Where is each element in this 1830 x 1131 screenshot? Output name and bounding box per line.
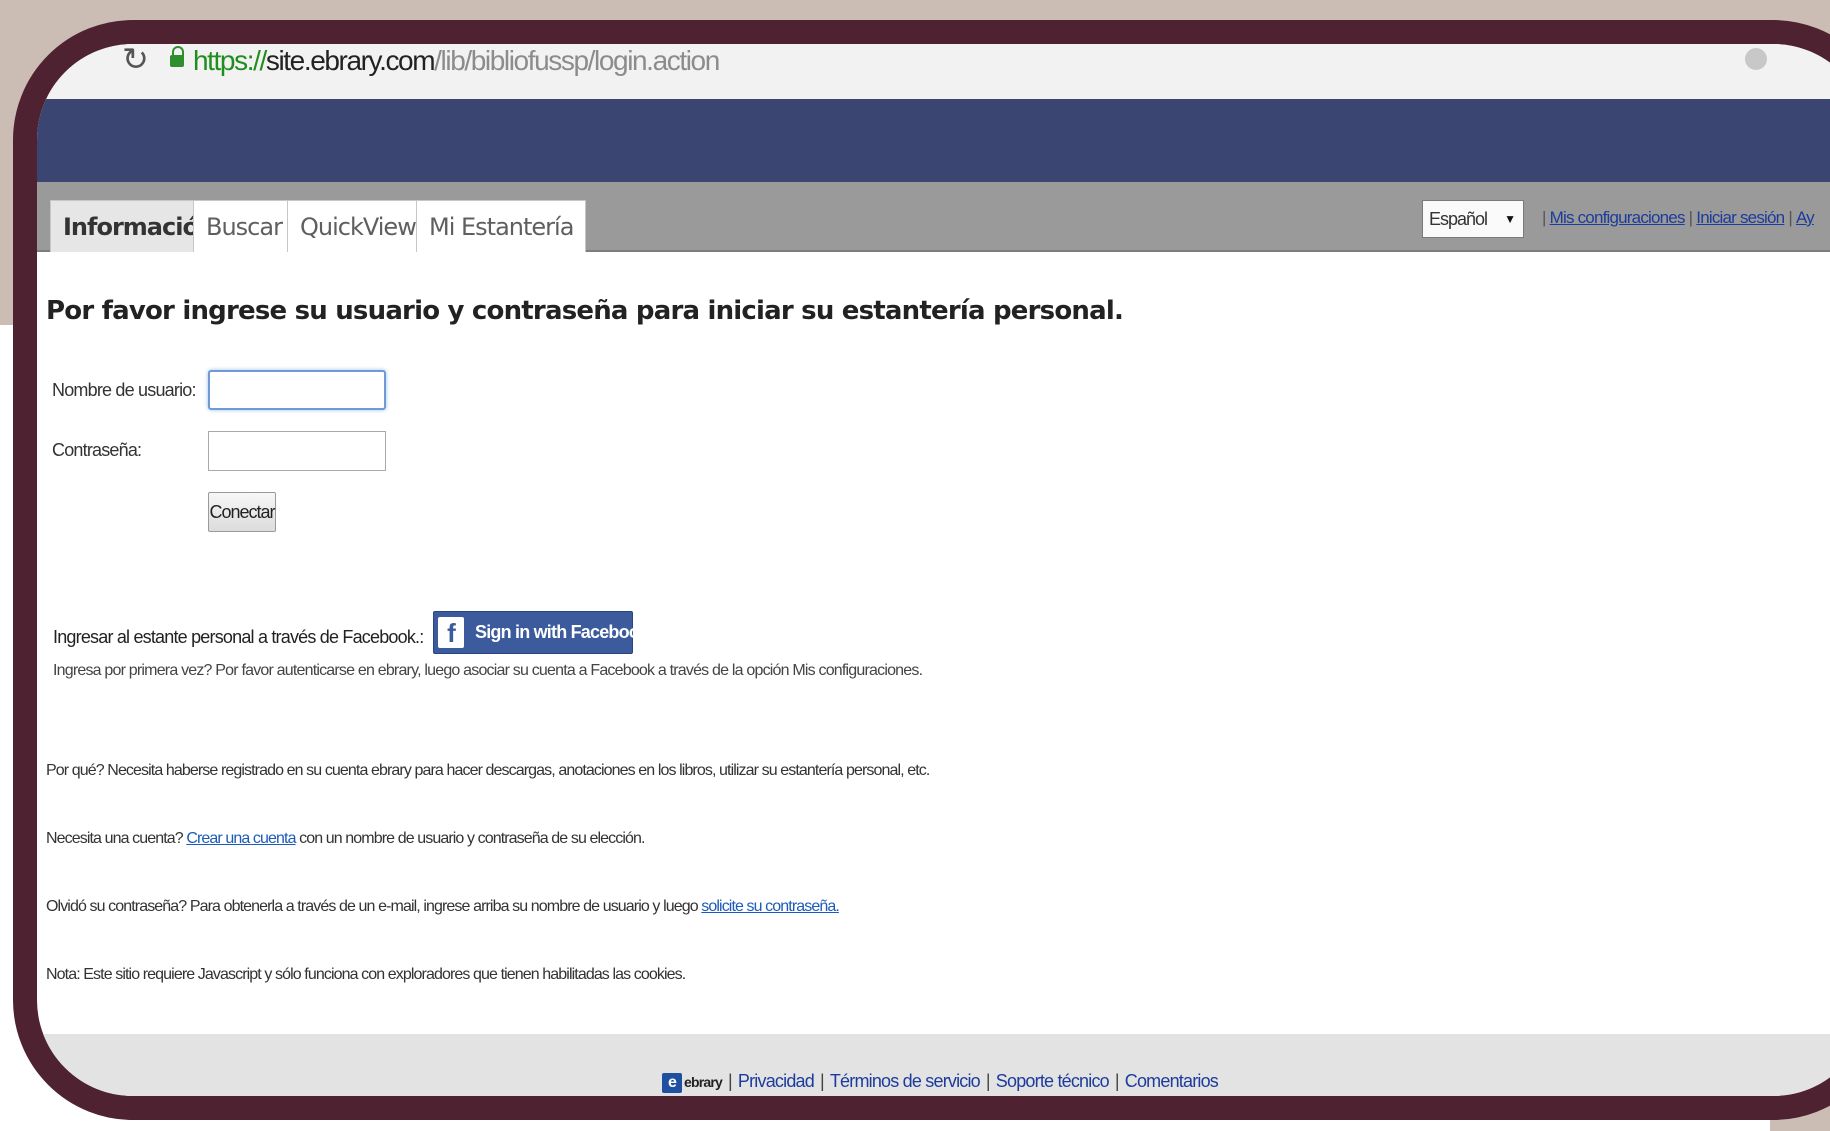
top-nav-separator: | (1542, 208, 1546, 227)
language-value: Español (1429, 209, 1488, 229)
footer-separator: | (728, 1071, 733, 1091)
forgot-prefix: Olvidó su contraseña? Para obtenerla a t… (46, 898, 699, 915)
language-select[interactable]: Español ▼ (1422, 200, 1524, 238)
why-text: Por qué? Necesita haberse registrado en … (46, 762, 930, 779)
footer-separator: | (1114, 1071, 1120, 1091)
top-nav-links: | Mis configuraciones | Iniciar sesión | Ay (1538, 208, 1815, 228)
page-heading: Por favor ingrese su usuario y contraseñ… (46, 296, 1124, 326)
cookie-note: Nota: Este sitio requiere Javascript y s… (46, 966, 686, 983)
facebook-note: Ingresa por primera vez? Por favor auten… (53, 662, 923, 679)
url-host: site.ebrary.com (265, 45, 436, 76)
url-text[interactable]: https://site.ebrary.com/lib/bibliofussp/… (193, 44, 720, 78)
password-label: Contraseña: (52, 440, 142, 460)
connect-button[interactable]: Conectar (208, 492, 276, 532)
ebrary-logo-text: ebrary (684, 1074, 723, 1091)
reload-icon[interactable]: ↻ (122, 44, 150, 75)
facebook-icon: f (438, 617, 464, 648)
create-account-link[interactable]: Crear una cuenta (186, 830, 296, 847)
lock-icon (170, 46, 184, 68)
footer-separator: | (985, 1071, 991, 1091)
forgot-password-text: Olvidó su contraseña? Para obtenerla a t… (46, 898, 840, 916)
footer-link-soporte[interactable]: Soporte técnico (996, 1071, 1110, 1091)
tab-buscar[interactable]: Buscar (193, 200, 295, 252)
ebrary-logo-icon: e (662, 1073, 682, 1094)
tab-mi-estanteria[interactable]: Mi Estantería (416, 200, 587, 252)
screenshot-frame: ↻ https://site.ebrary.com/lib/bibliofuss… (13, 20, 1830, 1120)
link-iniciar-sesion[interactable]: Iniciar sesión (1696, 208, 1785, 227)
footer-link-terminos[interactable]: Términos de servicio (830, 1071, 981, 1091)
url-path: /lib/bibliofussp/login.action (434, 45, 720, 76)
link-ayuda[interactable]: Ay (1796, 208, 1815, 227)
facebook-button-label: Sign in with Facebook (475, 622, 649, 642)
extension-icon[interactable] (1745, 48, 1767, 70)
need-account-suffix: con un nombre de usuario y contraseña de… (299, 830, 645, 847)
need-account-prefix: Necesita una cuenta? (46, 830, 184, 847)
request-password-link[interactable]: solicite su contraseña. (701, 898, 840, 915)
username-label: Nombre de usuario: (52, 380, 196, 400)
need-account-text: Necesita una cuenta? Crear una cuenta co… (46, 830, 645, 848)
footer-links: e ebrary | Privacidad | Términos de servicio |… (662, 1071, 1219, 1094)
footer-separator: | (819, 1071, 825, 1091)
dropdown-arrow-icon: ▼ (1504, 212, 1516, 226)
tab-quickview[interactable]: QuickView (287, 200, 429, 252)
ebrary-logo[interactable]: e ebrary (662, 1071, 723, 1094)
facebook-label: Ingresar al estante personal a través de… (53, 627, 424, 647)
top-nav-separator: | (1688, 208, 1693, 227)
browser-window: ↻ https://site.ebrary.com/lib/bibliofuss… (37, 44, 1830, 1096)
footer-link-comentarios[interactable]: Comentarios (1125, 1071, 1219, 1091)
facebook-sign-in-button[interactable]: f Sign in with Facebook (433, 611, 649, 654)
link-mis-configuraciones[interactable]: Mis configuraciones (1550, 208, 1686, 227)
password-field[interactable] (208, 431, 386, 471)
footer-link-privacidad[interactable]: Privacidad (738, 1071, 815, 1091)
url-scheme: https:// (193, 45, 267, 76)
top-nav-separator: | (1788, 208, 1792, 227)
username-field[interactable] (208, 370, 386, 410)
site-header (37, 99, 1830, 182)
